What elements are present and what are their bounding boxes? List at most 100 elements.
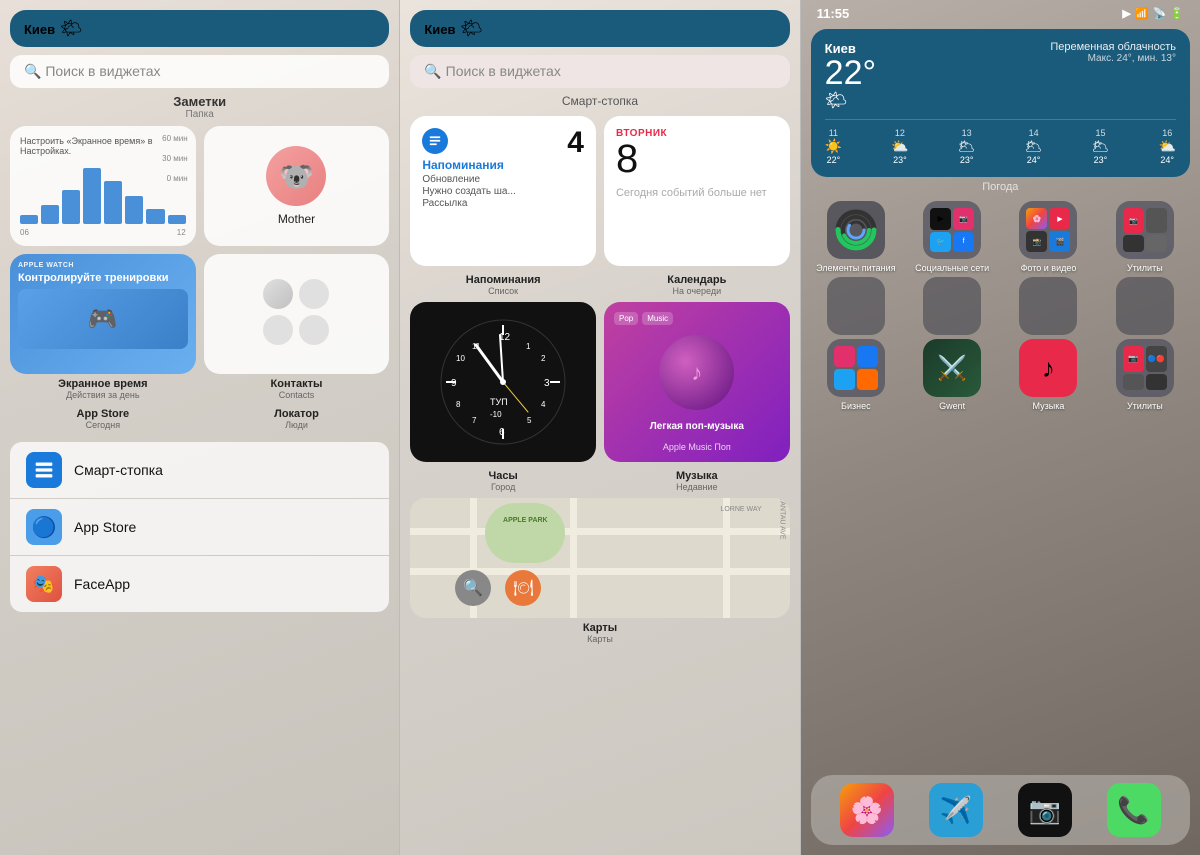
tiktok-mini: ▶ (930, 208, 951, 230)
weather-right: Переменная облачность Макс. 24°, мин. 13… (1050, 41, 1176, 64)
u2-mini (1146, 208, 1167, 233)
music-tags: Pop Music (614, 312, 673, 325)
music-note-icon: ♪ (691, 360, 702, 386)
dock-phone[interactable]: 📞 (1107, 783, 1161, 837)
forecast-icon-16: ⛅ (1159, 138, 1176, 155)
util-folder-2[interactable]: 📷 🔵🔴 (1116, 339, 1174, 397)
bar-2 (41, 205, 59, 224)
list-item-3[interactable]: 🎭 FaceApp (10, 556, 389, 612)
contacts-widget[interactable]: 🐨 Mother (204, 126, 390, 246)
location-icon: ▶ (1122, 7, 1130, 20)
biznes-folder[interactable] (827, 339, 885, 397)
list-item-2[interactable]: 🔵 App Store (10, 499, 389, 555)
screentime-configure: Настроить «Экранное время» в Настройках. (20, 136, 186, 156)
forecast-14: 14 🌥 24° (1025, 128, 1043, 165)
vid1-mini: ▶ (1049, 208, 1070, 229)
music-song-title: Легкая поп-музыка (650, 421, 744, 432)
biz-1 (834, 346, 855, 367)
forecast-13: 13 🌥 23° (958, 128, 976, 165)
appstore-sub: Сегодня (10, 420, 196, 430)
util-label-2: Утилиты (1127, 401, 1163, 411)
weather-bar-2: Киев 🌤 (410, 10, 789, 47)
calendar-widget[interactable]: ВТОРНИК 8 Сегодня событий больше нет (604, 116, 790, 266)
empty-icon-3 (1019, 277, 1077, 335)
forecast-temp-15: 23° (1092, 155, 1110, 165)
city-label-1: Киев (24, 22, 55, 37)
road-h1 (410, 528, 789, 535)
ut2-3 (1123, 374, 1144, 391)
forecast-icon-15: 🌥 (1092, 138, 1110, 155)
music-app-icon[interactable]: ♪ (1019, 339, 1077, 397)
screentime-time1: 60 мин (162, 134, 188, 143)
calendar-footer: Календарь На очереди (604, 274, 790, 296)
map-street-1: TANTAU AVE (778, 498, 785, 540)
svg-text:ТУП: ТУП (490, 397, 508, 407)
search-bar-1[interactable]: 🔍 Поиск в виджетах (10, 55, 389, 88)
dot-4 (299, 315, 329, 345)
search-placeholder-1: 🔍 Поиск в виджетах (24, 63, 161, 80)
locator-dots (263, 279, 329, 345)
weather-card[interactable]: Киев 22° 🌤 Переменная облачность Макс. 2… (811, 29, 1190, 177)
forecast-temp-16: 24° (1159, 155, 1176, 165)
bar-6 (125, 196, 143, 224)
reminders-widget[interactable]: 4 Напоминания Обновление Нужно создать ш… (410, 116, 596, 266)
forecast-12: 12 ⛅ 23° (891, 128, 908, 165)
screentime-widget[interactable]: Настроить «Экранное время» в Настройках.… (10, 126, 196, 246)
photo-folder[interactable]: 🌸 ▶ 📸 🎬 (1019, 201, 1077, 259)
empty-cell-4 (1102, 277, 1188, 335)
bar-3 (62, 190, 80, 224)
gwent-cell: ⚔️ Gwent (909, 339, 995, 411)
reminders-footer: Напоминания Список (410, 274, 596, 296)
contacts-sub: Contacts (204, 390, 390, 400)
folder-section: Заметки Папка (0, 94, 399, 120)
signal-icon: 📶 (1135, 7, 1149, 20)
biznes-cell: Бизнес (813, 339, 899, 411)
ut2-1: 📷 (1123, 346, 1144, 372)
svg-text:6: 6 (499, 427, 505, 438)
forecast-day-14: 14 (1025, 128, 1043, 138)
reminder-item-1: Обновление (422, 174, 584, 185)
panel-2: Киев 🌤 🔍 Поиск в виджетах Смарт-стопка 4… (399, 0, 800, 855)
contacts-title: Контакты (204, 378, 390, 390)
clock-widget[interactable]: 12 3 6 9 1 2 4 5 7 8 10 11 (410, 302, 596, 462)
reminders-footer-title: Напоминания (410, 274, 596, 286)
twitter-mini: 🐦 (930, 232, 951, 253)
screentime-label: Экранное время Действия за день (10, 378, 196, 400)
reminders-count: 4 (567, 126, 584, 160)
u4-mini (1146, 235, 1167, 252)
clock-face: 12 3 6 9 1 2 4 5 7 8 10 11 (438, 317, 568, 447)
svg-text:2: 2 (541, 354, 546, 363)
dock-photos[interactable]: 🌸 (840, 783, 894, 837)
widget-grid-1: Настроить «Экранное время» в Настройках.… (0, 126, 399, 374)
music-footer: Музыка Недавние (604, 470, 790, 492)
photo-label: Фото и видео (1021, 263, 1077, 273)
list-item-1[interactable]: Смарт-стопка (10, 442, 389, 498)
bar-8 (168, 215, 186, 224)
rings-cell: Элементы питания (813, 201, 899, 273)
weather-bar-1: Киев 🌤 (10, 10, 389, 47)
maps-widget[interactable]: APPLE PARK TANTAU AVE LORNE WAY 🔍 🍽 (410, 498, 789, 618)
locator-widget[interactable] (204, 254, 390, 374)
reminder-item-2: Нужно создать ша... (422, 186, 584, 197)
svg-text:7: 7 (472, 416, 477, 425)
util-folder-1[interactable]: 📷 (1116, 201, 1174, 259)
weather-icon-1: 🌤 (60, 18, 83, 38)
maps-footer: Карты Карты (400, 622, 799, 644)
music-footer-sub: Недавние (604, 482, 790, 492)
dock-telegram[interactable]: ✈️ (929, 783, 983, 837)
locator-sub: Люди (204, 420, 390, 430)
dot-3 (263, 315, 293, 345)
appstore-widget[interactable]: APPLE WATCH Контролируйте тренировки 🎮 (10, 254, 196, 374)
search-bar-2[interactable]: 🔍 Поиск в виджетах (410, 55, 789, 88)
dock-camera[interactable]: 📷 (1018, 783, 1072, 837)
locator-label: Локатор Люди (204, 408, 390, 430)
empty-icon-1 (827, 277, 885, 335)
social-folder[interactable]: ▶ 📷 🐦 f (923, 201, 981, 259)
road-v3 (723, 498, 730, 618)
music-widget[interactable]: Pop Music ♪ Легкая поп-музыка Apple Musi… (604, 302, 790, 462)
gwent-icon[interactable]: ⚔️ (923, 339, 981, 397)
rings-icon[interactable] (827, 201, 885, 259)
status-time: 11:55 (817, 6, 850, 21)
battery-icon: 🔋 (1170, 7, 1184, 20)
forecast-temp-12: 23° (891, 155, 908, 165)
